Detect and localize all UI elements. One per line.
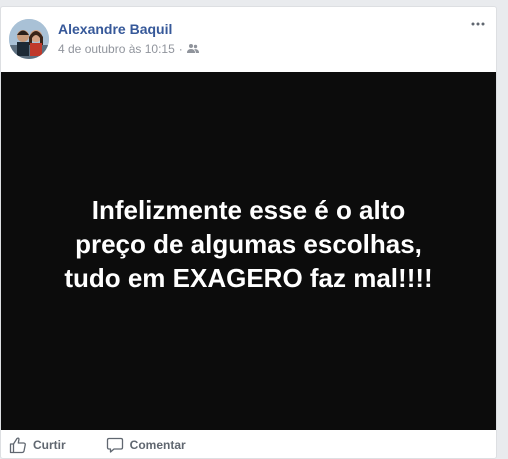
friends-icon[interactable]	[186, 42, 199, 56]
post-image[interactable]: Infelizmente esse é o alto preço de algu…	[1, 72, 496, 430]
comment-bubble-icon	[106, 437, 123, 453]
image-text-line-3: tudo em EXAGERO faz mal!!!!	[64, 263, 433, 293]
image-text-line-1: Infelizmente esse é o alto	[91, 195, 406, 225]
like-button[interactable]: Curtir	[9, 436, 66, 454]
comment-button[interactable]: Comentar	[106, 436, 186, 454]
comment-label: Comentar	[129, 438, 186, 452]
author-name[interactable]: Alexandre Baquil	[58, 21, 172, 37]
post-meta: 4 de outubro às 10:15 ·	[58, 42, 199, 56]
image-text-line-2: preço de algumas escolhas,	[75, 229, 422, 259]
separator-dot: ·	[178, 42, 183, 56]
thumbs-up-icon	[9, 437, 26, 454]
avatar-photo-icon	[9, 19, 49, 59]
like-label: Curtir	[33, 438, 66, 452]
post-timestamp[interactable]: 4 de outubro às 10:15	[58, 42, 175, 56]
avatar[interactable]	[9, 19, 49, 59]
post-header: Alexandre Baquil 4 de outubro às 10:15 ·	[1, 7, 496, 72]
post-image-text: Infelizmente esse é o alto preço de algu…	[29, 193, 469, 295]
more-options-icon[interactable]	[470, 17, 486, 31]
feed-post: Alexandre Baquil 4 de outubro às 10:15 ·	[0, 6, 497, 459]
post-actions: Curtir Comentar	[1, 430, 496, 458]
